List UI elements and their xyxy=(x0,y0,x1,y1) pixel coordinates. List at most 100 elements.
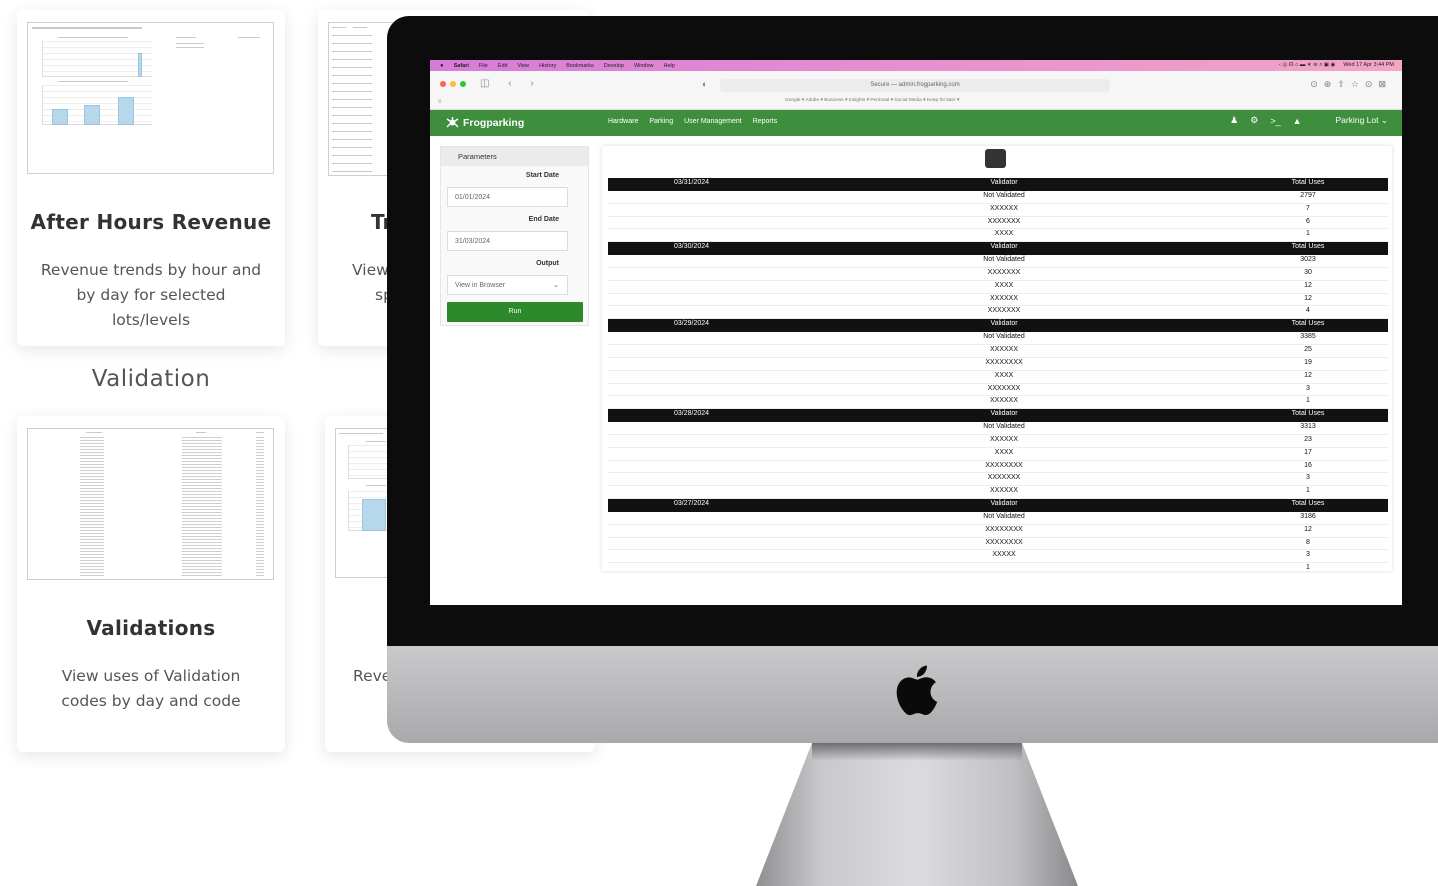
total-uses-text: 4 xyxy=(1306,307,1310,315)
privacy-shield-icon[interactable]: ◐ xyxy=(702,79,707,89)
bell-icon[interactable]: ▲ xyxy=(1293,116,1302,126)
total-uses-text: 3385 xyxy=(1300,333,1316,341)
total-uses-text: 3 xyxy=(1306,384,1310,392)
browser-nav-icons[interactable]: ◫ ‹ › xyxy=(480,78,542,89)
output-select-value: View in Browser xyxy=(455,282,506,289)
nav-item-hardware[interactable]: Hardware xyxy=(608,118,638,125)
total-uses-text: 1 xyxy=(1306,564,1310,571)
close-window-icon[interactable] xyxy=(440,81,446,87)
report-group-header: 03/30/2024 Validator Total Uses xyxy=(608,242,1388,256)
table-row: XXXX 1 xyxy=(608,229,1388,243)
favorites-bar[interactable]: Google ▾ Adobe ▾ Business ▾ Insights ▾ P… xyxy=(785,98,959,103)
total-uses-text: 12 xyxy=(1304,281,1312,289)
table-row: Not Validated 2797 xyxy=(608,191,1388,204)
nav-item-reports[interactable]: Reports xyxy=(753,118,778,125)
export-note-icon[interactable] xyxy=(985,149,1006,168)
menu-edit[interactable]: Edit xyxy=(498,63,507,69)
menu-window[interactable]: Window xyxy=(634,63,654,69)
group-date: 03/31/2024 xyxy=(674,179,710,186)
report-card-validations[interactable]: Validations View uses of Validation code… xyxy=(17,416,285,752)
report-group-header: 03/27/2024 Validator Total Uses xyxy=(608,499,1388,512)
table-row: XXXXXXXX 19 xyxy=(608,358,1388,371)
validator-text: Not Validated xyxy=(983,423,1025,431)
validator-text: XXXXXX xyxy=(989,294,1019,302)
brand-name: Frogparking xyxy=(463,116,525,129)
group-date: 03/29/2024 xyxy=(674,320,710,328)
validator-text: XXXXXXX xyxy=(987,384,1021,392)
total-uses-text: 1 xyxy=(1306,487,1310,495)
validator-text: XXXX xyxy=(994,281,1014,289)
browser-toolbar-icons[interactable]: ⊙⊛⇧☆⊙⊠ xyxy=(1310,79,1392,90)
end-date-input[interactable]: 31/03/2024 xyxy=(447,231,568,251)
total-uses-header-text: Total Uses xyxy=(1291,320,1325,328)
minimize-window-icon[interactable] xyxy=(450,81,456,87)
menu-help[interactable]: Help xyxy=(664,63,675,69)
validator-text: XXXXXX xyxy=(989,204,1019,212)
nav-item-parking[interactable]: Parking xyxy=(649,118,673,125)
parking-lot-label: Parking Lot xyxy=(1335,115,1379,125)
run-button[interactable]: Run xyxy=(447,302,583,322)
menu-history[interactable]: History xyxy=(539,63,556,69)
total-uses-text: 30 xyxy=(1304,268,1312,276)
total-uses-text: 3313 xyxy=(1300,423,1316,431)
total-uses-text: 8 xyxy=(1306,538,1310,546)
validator-text: XXXX xyxy=(994,448,1014,456)
total-uses-text: 2797 xyxy=(1300,191,1316,199)
menu-file[interactable]: File xyxy=(479,63,488,69)
menu-develop[interactable]: Develop xyxy=(604,63,624,69)
start-date-input[interactable]: 01/01/2024 xyxy=(447,187,568,207)
table-row: XXXXXXX 30 xyxy=(608,268,1388,281)
apple-menu-icon[interactable]: ● xyxy=(440,63,444,69)
menu-bookmarks[interactable]: Bookmarks xyxy=(566,63,594,69)
report-thumbnail xyxy=(27,22,274,174)
menu-app-name[interactable]: Safari xyxy=(454,63,469,69)
status-icons[interactable]: ‹ ◎ ☊ ⌂ ▬ ∗ ≋ ⌕ ▣ ◉ xyxy=(1279,62,1335,69)
table-row: 1 xyxy=(608,563,1388,571)
group-date: 03/30/2024 xyxy=(674,243,710,251)
imac-stand-shadow xyxy=(812,743,1022,761)
validator-text: XXXX xyxy=(994,371,1014,379)
validator-header-text: Validator xyxy=(990,410,1018,418)
marketing-composite: After Hours Revenue Revenue trends by ho… xyxy=(0,0,1438,886)
app-navbar: Frogparking Hardware Parking User Manage… xyxy=(430,110,1402,136)
validator-text: XXXXX xyxy=(992,551,1016,559)
table-row: XXXXXX 7 xyxy=(608,204,1388,217)
report-card-after-hours[interactable]: After Hours Revenue Revenue trends by ho… xyxy=(17,10,285,346)
total-uses-text: 12 xyxy=(1304,294,1312,302)
user-icon[interactable]: ♟ xyxy=(1230,115,1238,126)
browser-toolbar: ◫ ‹ › ◐ Secure — admin.frogparking.com G… xyxy=(430,71,1402,110)
validator-text: XXXX xyxy=(994,230,1014,238)
chevron-down-icon: ⌄ xyxy=(1380,115,1388,125)
parking-lot-selector[interactable]: Parking Lot ⌄ xyxy=(1336,115,1389,126)
apple-logo-icon xyxy=(896,665,938,716)
validator-header-text: Validator xyxy=(990,179,1018,186)
start-date-label: Start Date xyxy=(525,172,559,179)
nav-links: Hardware Parking User Management Reports xyxy=(608,118,777,125)
sidebar-toggle-icon[interactable]: ≡ xyxy=(438,99,442,105)
card-title: Validations xyxy=(86,616,216,640)
report-group-header: 03/31/2024 Validator Total Uses xyxy=(608,178,1388,191)
validator-text: XXXXXX xyxy=(989,487,1019,495)
total-uses-text: 12 xyxy=(1304,371,1312,379)
zoom-window-icon[interactable] xyxy=(460,81,466,87)
card-title: After Hours Revenue xyxy=(30,210,272,234)
group-date: 03/28/2024 xyxy=(674,410,710,418)
table-row: XXXXXX 25 xyxy=(608,345,1388,358)
card-description: View uses of Validation codes by day and… xyxy=(61,667,241,710)
total-uses-text: 3 xyxy=(1306,474,1310,482)
output-select[interactable]: View in Browser ⌄ xyxy=(447,275,568,295)
validator-text: XXXXXXX xyxy=(987,474,1021,482)
validator-text: XXXXXXXX xyxy=(985,358,1023,366)
nav-item-user-management[interactable]: User Management xyxy=(684,118,742,125)
brand-logo[interactable]: Frogparking xyxy=(446,116,524,129)
terminal-icon[interactable]: >_ xyxy=(1270,116,1280,126)
menu-view[interactable]: View xyxy=(517,63,529,69)
report-view: 03/31/2024 Validator Total Uses Not Validat… xyxy=(602,146,1392,571)
table-row: Not Validated 3313 xyxy=(608,422,1388,435)
gear-icon[interactable]: ⚙ xyxy=(1250,115,1258,126)
url-bar[interactable]: Secure — admin.frogparking.com xyxy=(720,79,1110,92)
menubar-clock[interactable]: Wed 17 Apr 3:44 PM xyxy=(1343,62,1394,69)
table-row: XXXXXXXX 12 xyxy=(608,525,1388,538)
total-uses-header-text: Total Uses xyxy=(1291,500,1325,508)
table-row: XXXX 12 xyxy=(608,281,1388,294)
